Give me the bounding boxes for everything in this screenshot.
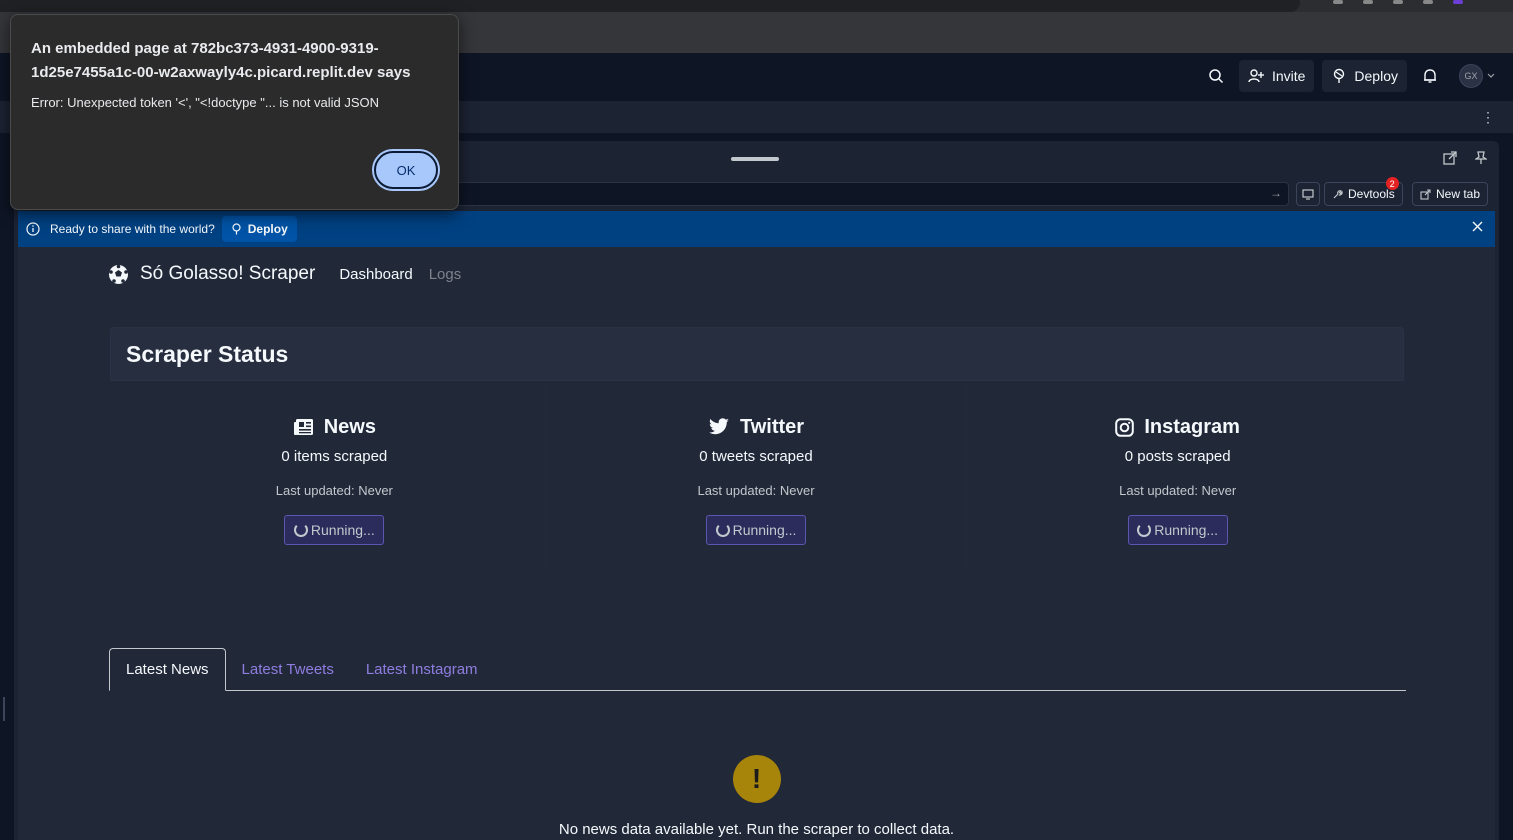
- content-tabs: Latest News Latest Tweets Latest Instagr…: [109, 648, 1406, 691]
- scraped-count: 0 posts scraped: [1124, 448, 1231, 465]
- more-options-icon[interactable]: ⋮: [1481, 109, 1495, 126]
- dialog-message: Error: Unexpected token '<', "<!doctype …: [31, 95, 380, 110]
- warning-icon: !: [732, 755, 781, 803]
- deploy-banner: Ready to share with the world? Deploy: [18, 211, 1495, 247]
- chevron-down-icon: [1487, 73, 1495, 78]
- app-navbar: Só Golasso! Scraper Dashboard Logs: [108, 263, 477, 285]
- open-external-icon[interactable]: [1443, 151, 1457, 165]
- run-news-button[interactable]: Running...: [284, 515, 385, 545]
- extension-icon[interactable]: [1393, 0, 1403, 4]
- device-preview-button[interactable]: [1296, 182, 1320, 206]
- tab-latest-instagram[interactable]: Latest Instagram: [350, 648, 494, 690]
- drag-handle[interactable]: [731, 157, 779, 161]
- source-name: Instagram: [1144, 415, 1240, 438]
- empty-state: ! No news data available yet. Run the sc…: [18, 755, 1495, 838]
- close-icon[interactable]: [1363, 0, 1373, 4]
- run-button-label: Running...: [1154, 522, 1219, 538]
- spinner-icon: [1137, 523, 1152, 537]
- banner-text: Ready to share with the world?: [50, 222, 215, 236]
- profile-icon[interactable]: [1453, 0, 1463, 4]
- bell-icon: [1424, 69, 1436, 83]
- close-icon[interactable]: [1472, 221, 1483, 232]
- arrow-right-icon[interactable]: →: [1270, 186, 1282, 200]
- source-instagram: Instagram 0 posts scraped Last updated: …: [967, 381, 1388, 571]
- run-twitter-button[interactable]: Running...: [706, 515, 806, 545]
- scraped-count: 0 items scraped: [281, 448, 388, 465]
- run-instagram-button[interactable]: Running...: [1127, 515, 1228, 545]
- extension-icon[interactable]: [1333, 0, 1343, 4]
- app-root: Só Golasso! Scraper Dashboard Logs Scrap…: [18, 247, 1495, 840]
- header-actions: Invite Deploy GX: [1201, 60, 1495, 92]
- twitter-icon: [708, 418, 729, 435]
- devtools-label: Devtools: [1348, 187, 1395, 201]
- spinner-icon: [293, 523, 308, 537]
- source-title: News: [293, 414, 376, 440]
- run-button-label: Running...: [732, 522, 797, 538]
- search-button[interactable]: [1201, 60, 1231, 92]
- scraped-count: 0 tweets scraped: [699, 448, 813, 465]
- source-title: Twitter: [708, 414, 804, 440]
- app-brand[interactable]: Só Golasso! Scraper: [108, 263, 315, 285]
- avatar: GX: [1459, 64, 1483, 88]
- notifications-button[interactable]: [1415, 60, 1445, 92]
- open-external-icon: [1420, 188, 1431, 200]
- invite-button[interactable]: Invite: [1238, 60, 1315, 92]
- deploy-icon: [232, 223, 241, 235]
- url-input[interactable]: →: [444, 182, 1289, 206]
- deploy-label: Deploy: [1354, 68, 1398, 84]
- source-title: Instagram: [1115, 414, 1240, 440]
- banner-deploy-label: Deploy: [247, 222, 288, 236]
- last-updated: Last updated: Never: [1119, 483, 1237, 498]
- nav-dashboard[interactable]: Dashboard: [339, 266, 412, 283]
- wrench-icon: [1333, 189, 1343, 198]
- account-menu[interactable]: GX: [1459, 64, 1495, 88]
- browser-tabstrip: [0, 0, 1513, 12]
- add-user-icon: [1248, 69, 1264, 83]
- tab-latest-tweets[interactable]: Latest Tweets: [226, 648, 350, 690]
- browser-extension-icons: [1333, 0, 1463, 4]
- tab-latest-news[interactable]: Latest News: [109, 648, 226, 691]
- source-name: News: [323, 415, 376, 438]
- empty-message: No news data available yet. Run the scra…: [558, 821, 955, 838]
- run-button-label: Running...: [310, 522, 375, 538]
- nav-logs[interactable]: Logs: [429, 266, 462, 283]
- banner-deploy-button[interactable]: Deploy: [221, 216, 297, 242]
- soccer-ball-icon: [109, 264, 128, 284]
- invite-label: Invite: [1271, 68, 1306, 84]
- brand-title: Só Golasso! Scraper: [140, 263, 316, 284]
- scraper-status-card: Scraper Status News 0 items scraped Last…: [110, 327, 1404, 575]
- dialog-title: An embedded page at 782bc373-4931-4900-9…: [31, 40, 411, 81]
- spinner-icon: [715, 523, 730, 537]
- deploy-button[interactable]: Deploy: [1322, 60, 1407, 92]
- alert-dialog: An embedded page at 782bc373-4931-4900-9…: [10, 14, 459, 210]
- monitor-icon: [1302, 188, 1314, 200]
- new-tab-button[interactable]: New tab: [1412, 182, 1489, 206]
- ok-button[interactable]: OK: [372, 149, 440, 191]
- info-icon: [26, 222, 40, 236]
- new-tab-label: New tab: [1436, 187, 1481, 201]
- devtools-button[interactable]: Devtools 2: [1324, 177, 1403, 206]
- last-updated: Last updated: Never: [697, 483, 815, 498]
- resize-handle[interactable]: [3, 697, 5, 721]
- source-name: Twitter: [739, 415, 805, 438]
- extension-icon[interactable]: [1423, 0, 1433, 4]
- source-twitter: Twitter 0 tweets scraped Last updated: N…: [546, 381, 968, 571]
- pane-tools: [1443, 151, 1487, 165]
- card-title: Scraper Status: [110, 327, 1404, 381]
- last-updated: Last updated: Never: [275, 483, 393, 498]
- devtools-error-badge: 2: [1385, 177, 1399, 190]
- search-icon: [1209, 69, 1223, 84]
- deploy-icon: [1334, 68, 1345, 83]
- source-news: News 0 items scraped Last updated: Never…: [124, 381, 546, 571]
- browser-tabs-area: [0, 0, 1300, 12]
- pin-icon[interactable]: [1475, 151, 1487, 165]
- source-columns: News 0 items scraped Last updated: Never…: [124, 381, 1388, 571]
- newspaper-icon: [293, 419, 313, 435]
- instagram-icon: [1115, 417, 1135, 437]
